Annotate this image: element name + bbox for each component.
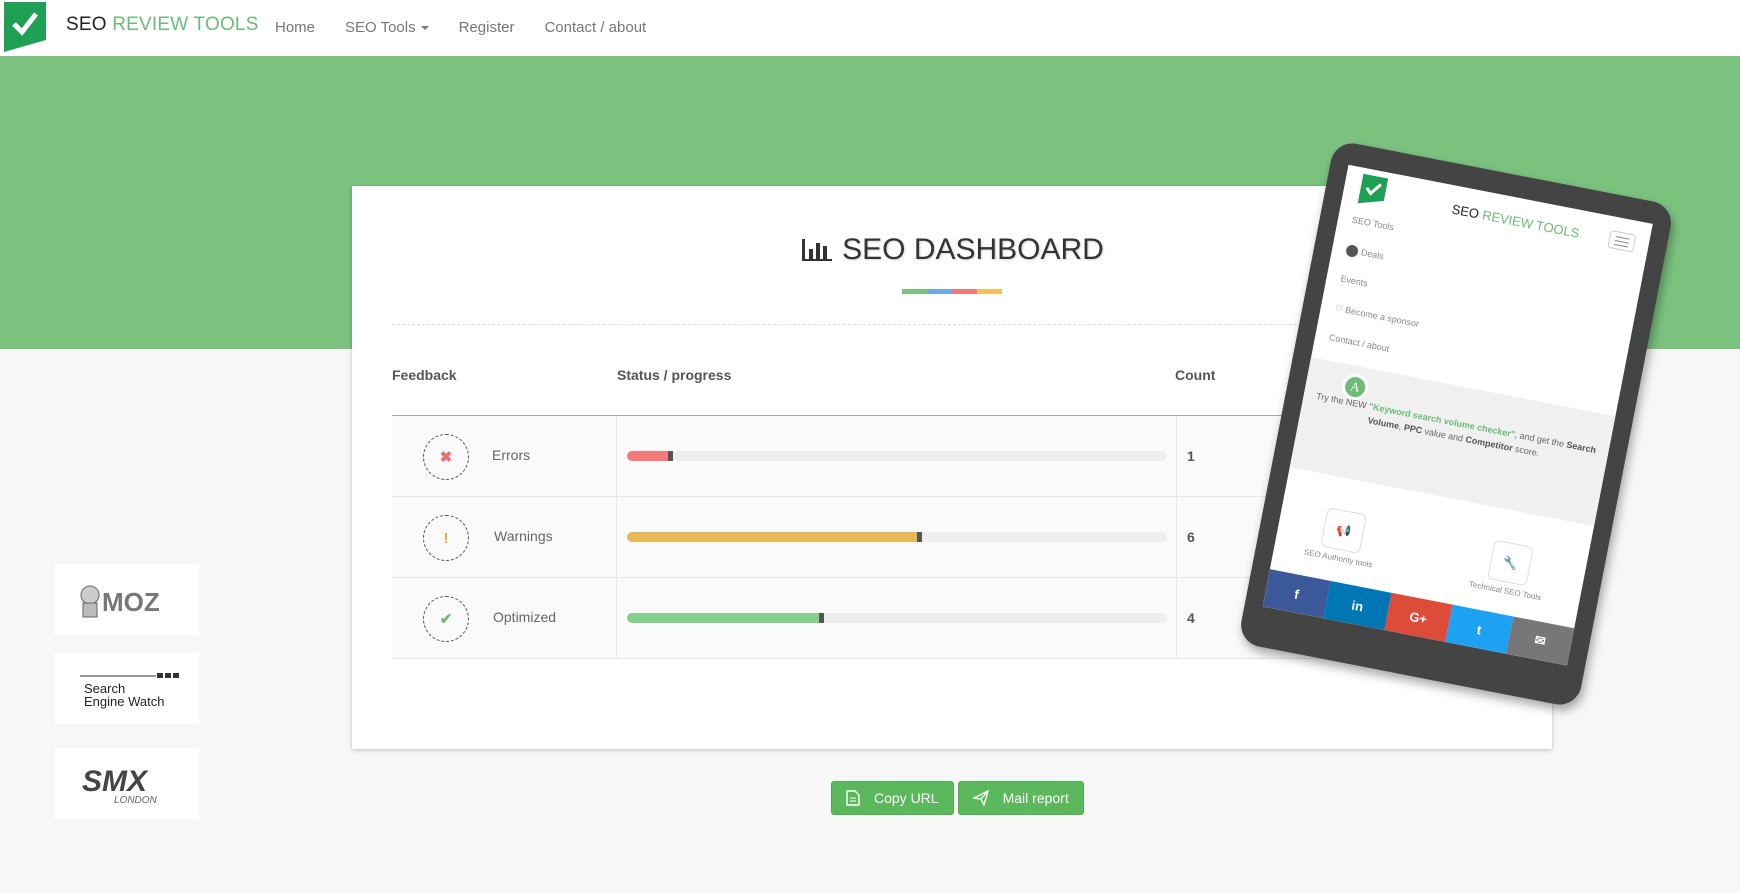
phone-logo-check-icon	[1357, 173, 1389, 204]
phone-brand-prefix: SEO	[1450, 201, 1481, 222]
moz-logo-text: MOZ	[102, 587, 160, 617]
brand-prefix: SEO	[66, 14, 107, 35]
cell-divider	[616, 416, 617, 497]
progress-marker-errors	[668, 451, 674, 461]
nav-contact-about[interactable]: Contact / about	[544, 19, 646, 36]
svg-text:SMX: SMX	[82, 765, 149, 798]
phone-menu-deals: Deals	[1345, 243, 1385, 263]
bar-chart-icon	[802, 239, 833, 261]
x-icon: ✖	[423, 434, 469, 480]
smx-london-logo: SMX LONDON	[82, 765, 158, 806]
action-buttons: Copy URL Mail report	[831, 781, 1084, 815]
phone-menu-contact: Contact / about	[1328, 332, 1391, 354]
cell-divider	[1176, 497, 1177, 578]
check-icon: ✔	[423, 596, 469, 642]
feedback-label-errors: Errors	[492, 447, 531, 463]
caret-down-icon	[420, 26, 429, 31]
sponsor-moz[interactable]: MOZ	[55, 564, 199, 635]
exclamation-icon: !	[423, 515, 469, 561]
header-count: Count	[1175, 367, 1216, 383]
feedback-label-warnings: Warnings	[494, 528, 553, 544]
svg-text:LONDON: LONDON	[114, 795, 158, 806]
phone-menu-sponsor-label: Become a sponsor	[1344, 304, 1420, 330]
progress-bar-optimized	[627, 613, 1167, 623]
megaphone-icon: 📢	[1320, 507, 1368, 554]
hamburger-menu-icon	[1607, 229, 1637, 253]
brand-name[interactable]: SEO REVIEW TOOLS	[66, 14, 259, 36]
phone-menu-become-sponsor: ♡ Become a sponsor	[1334, 303, 1420, 330]
dashboard-title-text: SEO DASHBOARD	[842, 233, 1104, 266]
twitter-icon: t	[1445, 604, 1514, 654]
title-color-stripe	[902, 289, 1002, 294]
phone-tool-authority-label: SEO Authority tools	[1303, 547, 1374, 570]
wrench-icon: 🔧	[1487, 539, 1534, 587]
moz-logo: MOZ	[80, 585, 160, 617]
header-status-progress: Status / progress	[617, 367, 732, 383]
phone-promo-box: A Try the NEW "Keyword search volume che…	[1289, 357, 1616, 527]
search-engine-watch-logo: Search Engine Watch	[80, 672, 179, 709]
progress-fill-optimized	[627, 613, 822, 623]
phone-screen: SEO REVIEW TOOLS SEO Tools Deals Events …	[1262, 164, 1653, 666]
logo-check-icon[interactable]	[4, 2, 46, 52]
count-warnings: 6	[1187, 529, 1195, 545]
mail-report-label: Mail report	[1002, 790, 1069, 806]
nav-seo-tools-label: SEO Tools	[345, 19, 416, 36]
heart-icon: ♡	[1334, 302, 1344, 315]
sponsor-search-engine-watch[interactable]: Search Engine Watch	[55, 653, 199, 724]
sponsor-smx-london[interactable]: SMX LONDON	[55, 748, 199, 819]
cell-divider	[1176, 578, 1177, 659]
brand-accent: REVIEW TOOLS	[112, 14, 259, 35]
header-feedback: Feedback	[392, 367, 457, 383]
phone-menu-seo-tools: SEO Tools	[1351, 214, 1395, 233]
nav-register[interactable]: Register	[459, 19, 515, 36]
progress-marker-optimized	[819, 613, 825, 623]
phone-tool-technical: 🔧 Technical SEO Tools	[1460, 535, 1558, 604]
phone-tool-technical-label: Technical SEO Tools	[1468, 579, 1542, 603]
phone-promo-text: Try the NEW "Keyword search volume check…	[1315, 390, 1597, 459]
mail-icon: ✉	[1506, 616, 1575, 666]
count-optimized: 4	[1187, 610, 1195, 626]
phone-menu-deals-label: Deals	[1360, 247, 1385, 262]
nav-home[interactable]: Home	[275, 19, 315, 36]
document-icon	[846, 790, 860, 806]
phone-tool-authority: 📢 SEO Authority tools	[1293, 502, 1391, 571]
nav-links: Home SEO Tools Register Contact / about	[275, 19, 676, 36]
feedback-label-optimized: Optimized	[493, 609, 557, 625]
progress-fill-errors	[627, 451, 671, 461]
cell-divider	[616, 578, 617, 659]
bell-icon	[1345, 243, 1360, 259]
facebook-icon: f	[1262, 569, 1331, 619]
paper-plane-icon	[972, 790, 989, 806]
cell-divider	[1176, 416, 1177, 497]
mail-report-button[interactable]: Mail report	[957, 781, 1084, 815]
linkedin-icon: in	[1323, 580, 1392, 631]
progress-marker-warnings	[916, 532, 922, 542]
cell-divider	[616, 497, 617, 578]
progress-bar-errors	[627, 451, 1167, 461]
copy-url-label: Copy URL	[874, 790, 939, 806]
phone-menu-events: Events	[1339, 273, 1369, 289]
copy-url-button[interactable]: Copy URL	[831, 781, 954, 815]
count-errors: 1	[1187, 448, 1195, 464]
progress-bar-warnings	[627, 532, 1167, 542]
top-navbar: SEO REVIEW TOOLS Home SEO Tools Register…	[0, 0, 1740, 56]
svg-text:Engine Watch: Engine Watch	[84, 694, 164, 709]
phone-brand: SEO REVIEW TOOLS	[1451, 201, 1581, 240]
google-plus-icon: G+	[1384, 592, 1453, 642]
progress-fill-warnings	[627, 532, 919, 542]
nav-seo-tools-dropdown[interactable]: SEO Tools	[345, 19, 429, 36]
phone-brand-accent: REVIEW TOOLS	[1481, 207, 1581, 241]
